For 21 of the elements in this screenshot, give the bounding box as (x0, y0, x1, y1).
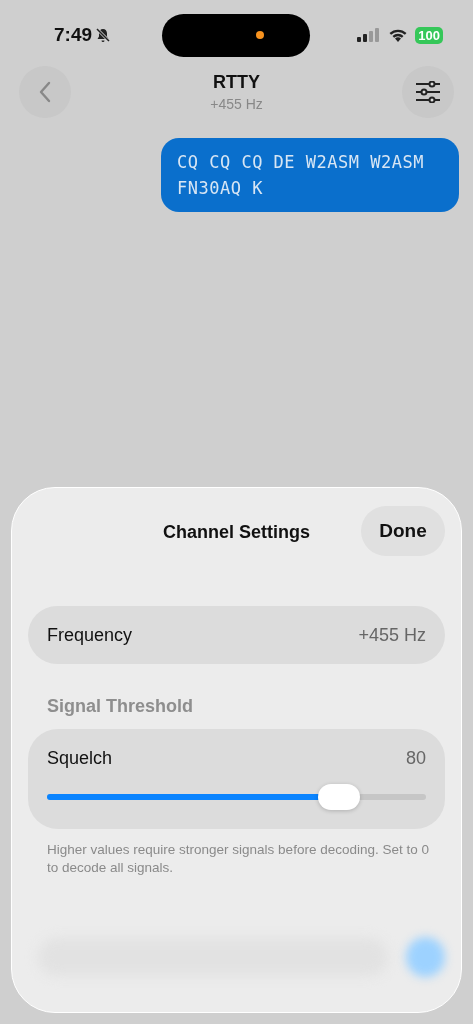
battery-indicator: 100 (415, 26, 443, 44)
wifi-icon (388, 27, 409, 43)
sliders-icon (415, 81, 441, 103)
message-bubble: CQ CQ CQ DE W2ASM W2ASM FN30AQ K (161, 138, 459, 212)
nav-subtitle: +455 Hz (210, 96, 263, 112)
nav-title: RTTY (213, 72, 260, 93)
squelch-slider[interactable] (47, 784, 426, 810)
squelch-value: 80 (405, 748, 426, 769)
status-time: 7:49 (54, 24, 93, 46)
frequency-value: +455 Hz (358, 624, 426, 646)
slider-thumb[interactable] (317, 784, 360, 810)
done-button[interactable]: Done (361, 506, 445, 556)
sheet-title: Channel Settings (163, 521, 310, 543)
frequency-label: Frequency (47, 624, 133, 646)
section-header: Signal Threshold (47, 696, 194, 717)
signal-icon (357, 28, 382, 42)
chevron-left-icon (38, 81, 52, 103)
settings-button[interactable] (402, 66, 454, 118)
frequency-row[interactable]: Frequency +455 Hz (28, 606, 445, 664)
footnote: Higher values require stronger signals before decoding. Set to 0 to decode all signals. (47, 841, 430, 877)
squelch-label: Squelch (47, 748, 113, 769)
